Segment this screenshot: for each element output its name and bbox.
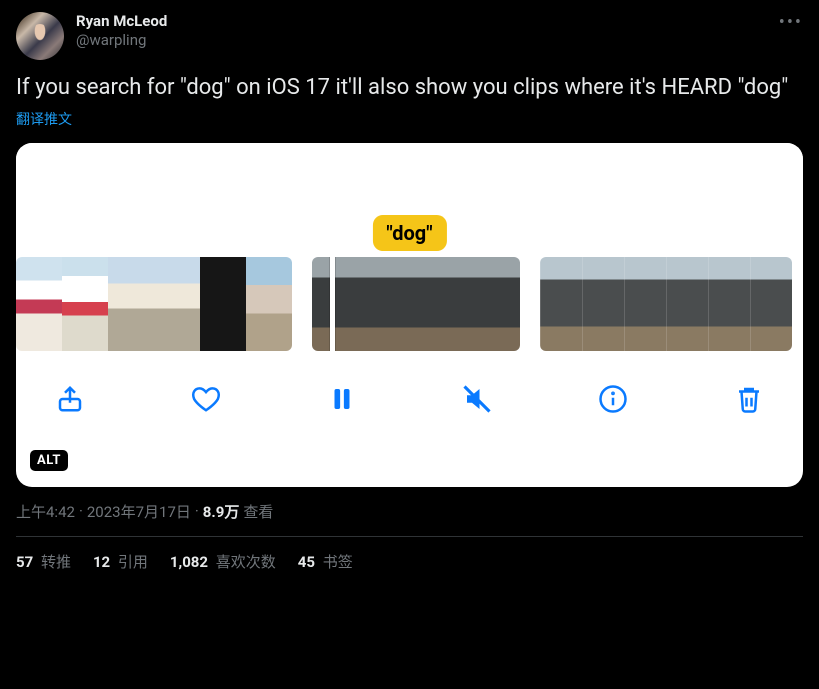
likes-stat[interactable]: 1,082 喜欢次数 bbox=[170, 551, 276, 572]
retweets-stat[interactable]: 57 转推 bbox=[16, 551, 71, 572]
tweet-header: Ryan McLeod @warpling ••• bbox=[16, 12, 803, 60]
tweet-text: If you search for "dog" on iOS 17 it'll … bbox=[16, 74, 803, 103]
more-icon[interactable]: ••• bbox=[779, 12, 803, 33]
display-name: Ryan McLeod bbox=[76, 12, 767, 31]
trash-icon[interactable] bbox=[729, 379, 769, 419]
views-label: 查看 bbox=[243, 501, 273, 522]
tweet: Ryan McLeod @warpling ••• If you search … bbox=[0, 0, 819, 572]
tweet-date: 2023年7月17日 bbox=[87, 501, 191, 522]
caption-badge: "dog" bbox=[372, 215, 446, 251]
mute-icon[interactable] bbox=[457, 379, 497, 419]
video-timeline[interactable] bbox=[16, 257, 803, 357]
share-icon[interactable] bbox=[50, 379, 90, 419]
quotes-stat[interactable]: 12 引用 bbox=[93, 551, 148, 572]
clip-thumbnail[interactable] bbox=[540, 257, 792, 351]
handle: @warpling bbox=[76, 31, 767, 50]
tweet-meta[interactable]: 上午4:42 · 2023年7月17日 · 8.9万 查看 bbox=[16, 501, 803, 522]
tweet-stats: 57 转推 12 引用 1,082 喜欢次数 45 书签 bbox=[16, 537, 803, 572]
heart-icon[interactable] bbox=[186, 379, 226, 419]
media-toolbar bbox=[16, 357, 803, 431]
tweet-media[interactable]: "dog" bbox=[16, 143, 803, 487]
clip-thumbnail[interactable] bbox=[312, 257, 520, 351]
pause-icon[interactable] bbox=[322, 379, 362, 419]
user-block[interactable]: Ryan McLeod @warpling bbox=[76, 12, 767, 50]
translate-link[interactable]: 翻译推文 bbox=[16, 109, 72, 129]
bookmarks-stat[interactable]: 45 书签 bbox=[298, 551, 353, 572]
info-icon[interactable] bbox=[593, 379, 633, 419]
clip-thumbnail[interactable] bbox=[16, 257, 292, 351]
alt-badge[interactable]: ALT bbox=[30, 450, 68, 471]
tweet-time: 上午4:42 bbox=[16, 501, 75, 522]
media-upper: "dog" bbox=[16, 143, 803, 257]
avatar[interactable] bbox=[16, 12, 64, 60]
playhead[interactable] bbox=[330, 257, 335, 351]
views-count: 8.9万 bbox=[203, 501, 240, 522]
